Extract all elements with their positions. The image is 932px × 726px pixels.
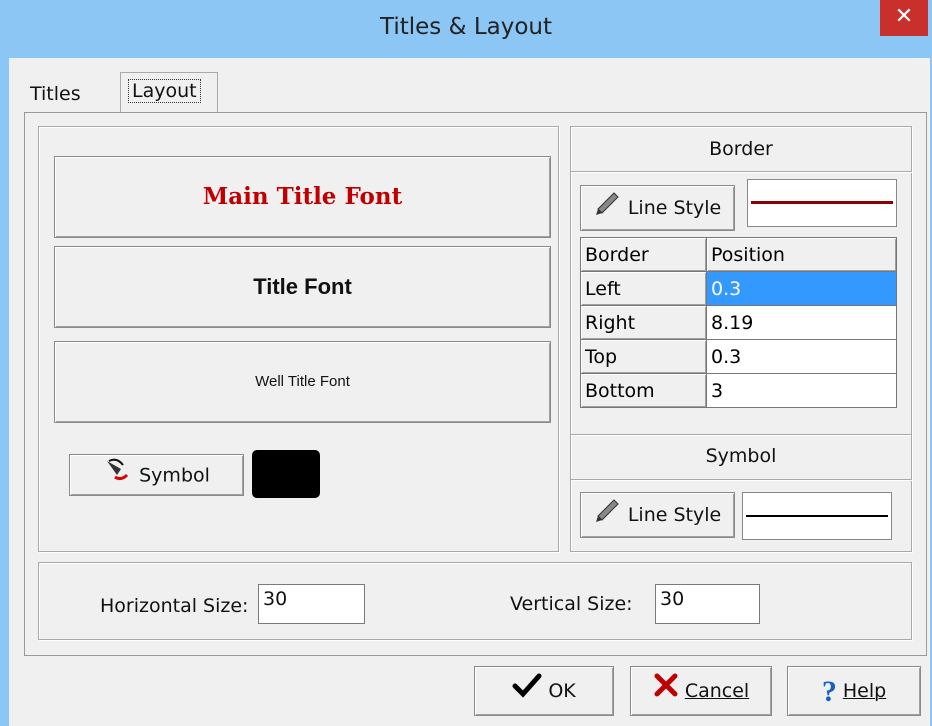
table-header-row: Border Position — [580, 237, 897, 272]
symbol-line-sample — [746, 515, 888, 517]
window-title: Titles & Layout — [379, 14, 553, 40]
table-row[interactable]: Right 8.19 — [580, 305, 897, 340]
table-row[interactable]: Left 0.3 — [580, 271, 897, 306]
border-line-style-label: Line Style — [627, 197, 722, 219]
border-position-table: Border Position Left 0.3 Right 8.19 Top … — [580, 237, 897, 408]
main-title-font-label: Main Title Font — [202, 183, 403, 210]
symbol-button-label: Symbol — [139, 464, 210, 487]
row-value-left[interactable]: 0.3 — [706, 271, 897, 306]
column-header-position[interactable]: Position — [706, 237, 897, 272]
table-row[interactable]: Bottom 3 — [580, 373, 897, 408]
row-name-right: Right — [580, 305, 707, 340]
symbol-section-label: Symbol — [705, 445, 777, 467]
well-title-font-label: Well Title Font — [255, 373, 350, 390]
cancel-button-label: Cancel — [684, 680, 750, 702]
pencil-icon — [594, 187, 622, 231]
close-button[interactable]: ✕ — [880, 0, 928, 36]
horizontal-size-input[interactable]: 30 — [258, 584, 365, 624]
cancel-x-icon — [653, 668, 679, 716]
symbol-line-style-label: Line Style — [627, 504, 722, 526]
border-section-label: Border — [709, 138, 773, 160]
row-value-bottom[interactable]: 3 — [706, 373, 897, 408]
cancel-button[interactable]: Cancel — [630, 666, 772, 716]
row-value-right[interactable]: 8.19 — [706, 305, 897, 340]
symbol-color-swatch[interactable] — [252, 450, 320, 498]
symbol-picker-icon — [103, 455, 133, 497]
title-font-label: Title Font — [253, 274, 352, 299]
border-line-preview[interactable] — [747, 179, 897, 227]
help-button-label: Help — [842, 680, 887, 702]
tab-layout-label: Layout — [128, 79, 201, 103]
checkmark-icon — [512, 668, 542, 716]
tab-titles[interactable]: Titles — [30, 83, 81, 105]
row-name-left: Left — [580, 271, 707, 306]
well-title-font-button[interactable]: Well Title Font — [54, 341, 551, 423]
help-question-icon: ? — [821, 674, 837, 708]
row-value-top[interactable]: 0.3 — [706, 339, 897, 374]
title-font-button[interactable]: Title Font — [54, 246, 551, 328]
symbol-line-style-button[interactable]: Line Style — [580, 492, 735, 538]
title-bar: Titles & Layout ✕ — [0, 0, 932, 58]
pencil-icon — [594, 494, 622, 538]
border-line-sample — [751, 201, 893, 204]
ok-button-label: OK — [548, 680, 576, 702]
tab-layout[interactable]: Layout — [120, 72, 218, 112]
help-button[interactable]: ? Help — [787, 666, 921, 716]
horizontal-size-label: Horizontal Size: — [100, 595, 249, 617]
vertical-size-label: Vertical Size: — [510, 593, 633, 615]
close-icon[interactable]: ✕ — [895, 4, 913, 29]
column-header-border[interactable]: Border — [580, 237, 707, 272]
table-row[interactable]: Top 0.3 — [580, 339, 897, 374]
row-name-bottom: Bottom — [580, 373, 707, 408]
border-line-style-button[interactable]: Line Style — [580, 185, 735, 231]
symbol-button[interactable]: Symbol — [69, 454, 244, 496]
row-name-top: Top — [580, 339, 707, 374]
symbol-line-preview[interactable] — [742, 492, 892, 540]
dialog-window: Titles & Layout ✕ Titles Layout Main Tit… — [0, 0, 932, 726]
main-title-font-button[interactable]: Main Title Font — [54, 156, 551, 238]
vertical-size-input[interactable]: 30 — [655, 584, 760, 624]
ok-button[interactable]: OK — [474, 666, 614, 716]
